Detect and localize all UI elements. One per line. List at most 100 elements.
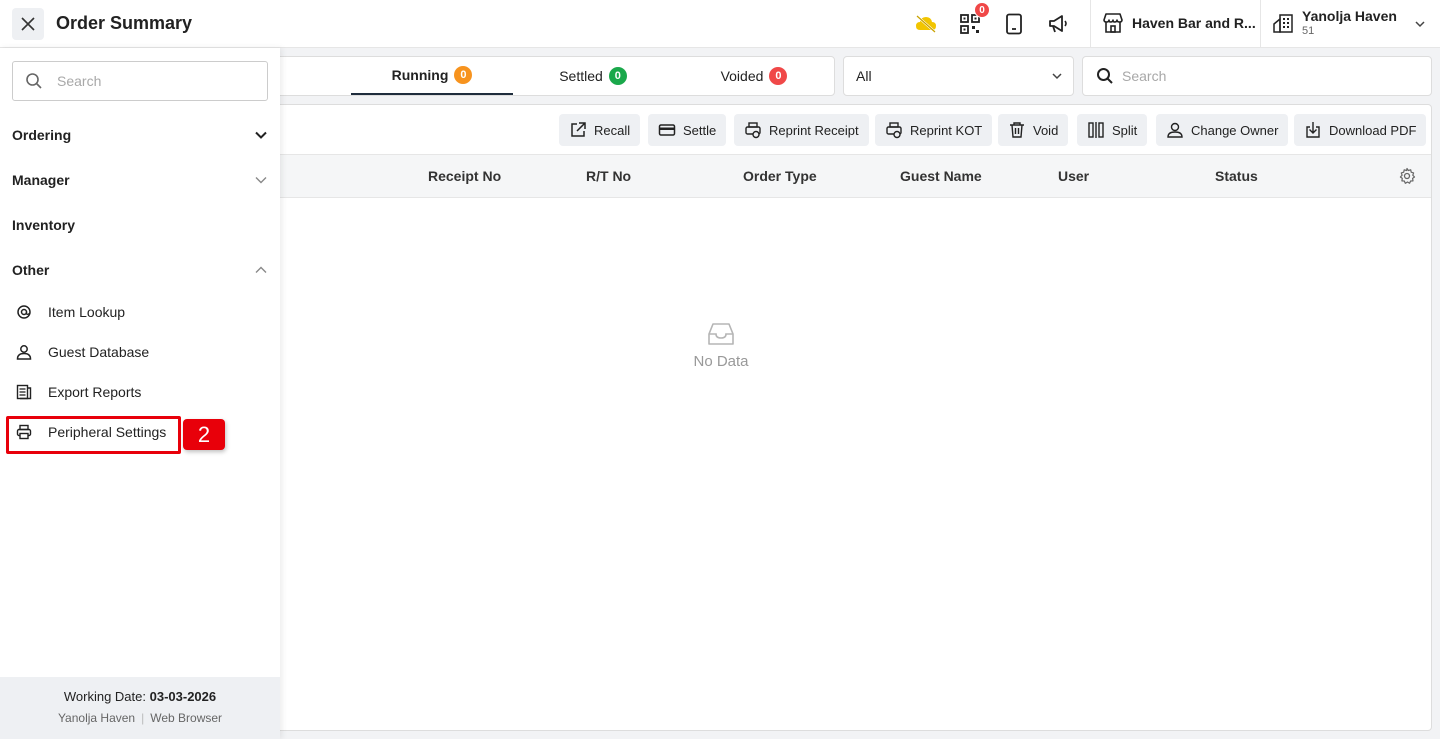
menu-search[interactable] <box>12 61 268 101</box>
tab-running[interactable]: Running 0 <box>351 57 513 95</box>
menu-item-label: Item Lookup <box>48 304 126 320</box>
recall-button[interactable]: Recall <box>559 114 641 146</box>
reprint-kot-label: Reprint KOT <box>910 122 983 138</box>
settle-label: Settle <box>683 122 717 138</box>
column-header[interactable]: Order Type <box>743 168 817 184</box>
at-icon <box>17 305 31 319</box>
page-title: Order Summary <box>56 13 193 33</box>
running-count-badge: 0 <box>454 66 473 84</box>
chevron-up-icon <box>255 266 267 273</box>
download-icon <box>1306 122 1320 138</box>
section-ordering[interactable]: Ordering <box>12 120 268 150</box>
reprint-receipt-button[interactable]: Reprint Receipt <box>734 114 869 146</box>
property-name: Yanolja Haven <box>1302 8 1397 24</box>
device-button[interactable] <box>1002 12 1026 36</box>
section-label: Ordering <box>12 127 72 143</box>
search-icon <box>26 73 42 89</box>
empty-state: No Data <box>689 321 753 370</box>
menu-item-guest-database[interactable]: Guest Database <box>16 340 149 364</box>
search-icon <box>1097 68 1113 84</box>
megaphone-icon <box>1049 15 1067 33</box>
change-owner-button[interactable]: Change Owner <box>1156 114 1289 146</box>
column-header[interactable]: Receipt No <box>428 168 501 184</box>
column-header[interactable]: Status <box>1215 168 1258 184</box>
download-pdf-label: Download PDF <box>1329 122 1417 138</box>
menu-item-item-lookup[interactable]: Item Lookup <box>16 300 125 324</box>
section-label: Manager <box>12 172 70 188</box>
menu-search-input[interactable] <box>57 73 247 89</box>
chevron-down-icon <box>255 131 267 139</box>
section-inventory[interactable]: Inventory <box>12 210 268 240</box>
announcements-button[interactable] <box>1046 12 1070 36</box>
close-menu-button[interactable] <box>12 8 44 40</box>
close-icon <box>21 17 35 31</box>
void-button[interactable]: Void <box>998 114 1069 146</box>
divider <box>1090 0 1091 48</box>
split-button[interactable]: Split <box>1077 114 1148 146</box>
footer-property: Yanolja Haven <box>57 711 136 725</box>
menu-item-export-reports[interactable]: Export Reports <box>16 380 141 404</box>
reprint-kot-button[interactable]: Reprint KOT <box>875 114 993 146</box>
split-label: Split <box>1112 122 1138 138</box>
settle-button[interactable]: Settle <box>648 114 727 146</box>
tab-label: Settled <box>559 68 603 84</box>
reprint-receipt-label: Reprint Receipt <box>769 122 859 138</box>
property-selector[interactable]: Yanolja Haven 51 <box>1272 8 1397 37</box>
recall-label: Recall <box>594 122 631 138</box>
inbox-icon <box>708 323 734 345</box>
section-label: Other <box>12 262 50 278</box>
divider <box>1260 0 1261 48</box>
order-filter-select[interactable]: All <box>843 56 1074 96</box>
voided-count-badge: 0 <box>769 67 788 85</box>
outlet-selector[interactable]: Haven Bar and R... <box>1102 12 1256 34</box>
card-icon <box>658 124 676 136</box>
cloud-sync-button[interactable] <box>914 12 938 36</box>
tab-voided[interactable]: Voided 0 <box>673 57 835 95</box>
column-header[interactable]: Guest Name <box>900 168 982 184</box>
split-icon <box>1088 122 1104 138</box>
working-date-label: Working Date: <box>63 689 146 704</box>
chevron-down-icon <box>255 177 267 184</box>
gear-icon[interactable] <box>1398 167 1416 185</box>
person-icon <box>16 345 32 360</box>
tablet-icon <box>1006 13 1022 35</box>
working-date-value: 03-03-2026 <box>149 689 217 704</box>
void-label: Void <box>1033 122 1059 138</box>
working-date: Working Date: 03-03-2026 <box>0 689 280 704</box>
property-info: Yanolja Haven 51 <box>1302 8 1397 37</box>
order-status-tabs: Running 0 Settled 0 Voided 0 <box>268 56 835 96</box>
chevron-down-icon[interactable] <box>1414 18 1426 30</box>
printer-refresh-icon <box>886 122 902 139</box>
cloud-off-icon <box>916 15 936 33</box>
external-link-icon <box>571 122 586 137</box>
step-highlight-box <box>6 416 181 454</box>
top-bar: Order Summary 0 Haven Bar and R... Yanol… <box>0 0 1440 48</box>
drawer-footer: Working Date: 03-03-2026 Yanolja Haven | W… <box>0 677 280 739</box>
trash-icon <box>1010 122 1024 138</box>
column-header[interactable]: R/T No <box>586 168 631 184</box>
qr-orders-button[interactable]: 0 <box>958 2 990 36</box>
printer-refresh-icon <box>745 122 761 139</box>
section-manager[interactable]: Manager <box>12 165 268 195</box>
column-header[interactable]: User <box>1058 168 1089 184</box>
step-badge: 2 <box>183 419 225 450</box>
search-input[interactable] <box>1122 68 1402 84</box>
tab-settled[interactable]: Settled 0 <box>513 57 673 95</box>
order-search[interactable] <box>1082 56 1432 96</box>
download-pdf-button[interactable]: Download PDF <box>1294 114 1427 146</box>
menu-item-label: Guest Database <box>48 344 150 360</box>
section-label: Inventory <box>12 217 76 233</box>
settled-count-badge: 0 <box>608 67 627 85</box>
section-other[interactable]: Other <box>12 255 268 285</box>
chevron-down-icon <box>1052 73 1062 80</box>
property-id: 51 <box>1302 25 1315 37</box>
footer-meta: Yanolja Haven | Web Browser <box>0 711 280 725</box>
user-icon <box>1167 122 1183 138</box>
navigation-drawer: Ordering Manager Inventory Other Item Lo… <box>0 48 280 739</box>
store-icon <box>1103 13 1123 33</box>
orders-panel: Recall Settle Reprint Receipt Reprint KO… <box>268 104 1432 731</box>
footer-client: Web Browser <box>150 711 223 725</box>
empty-text: No Data <box>693 353 749 370</box>
filter-value: All <box>856 68 872 84</box>
change-owner-label: Change Owner <box>1191 122 1279 138</box>
